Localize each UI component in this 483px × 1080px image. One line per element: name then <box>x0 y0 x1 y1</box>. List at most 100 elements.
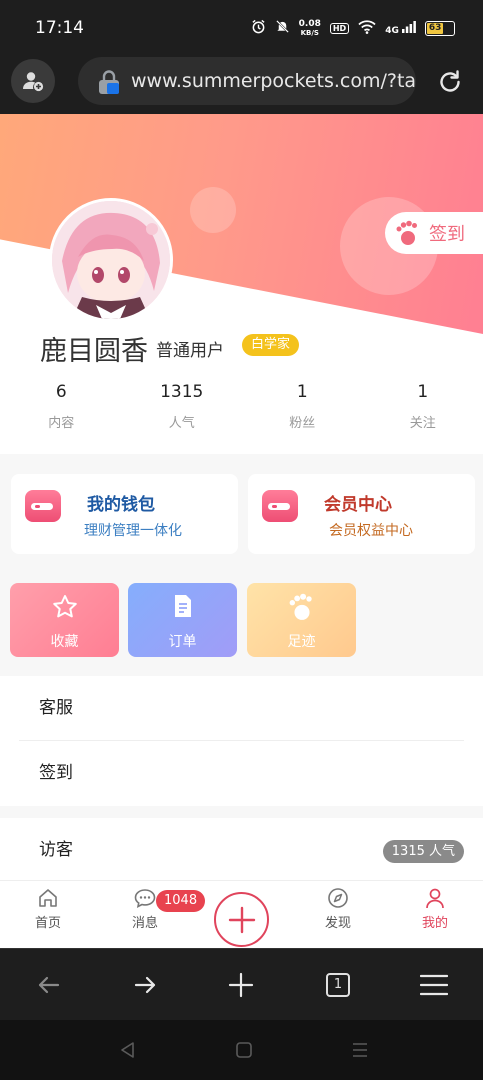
menu-item-service[interactable]: 客服 <box>19 676 464 741</box>
username: 鹿目圆香 <box>40 336 148 367</box>
visitor-count-badge: 1315 人气 <box>382 840 464 863</box>
plus-icon <box>228 972 254 998</box>
stat-popularity[interactable]: 1315 人气 <box>122 382 243 442</box>
footprints-tile[interactable]: 足迹 <box>247 583 356 657</box>
page-content: 签到 鹿目圆香 普通用户 白学家 6 内容 1315 人气 1 粉丝 1 关注 … <box>0 114 483 948</box>
stat-label: 内容 <box>48 416 75 431</box>
document-icon <box>174 595 191 617</box>
stat-value: 6 <box>55 382 67 402</box>
checkin-button[interactable]: 签到 <box>385 212 483 254</box>
browser-toolbar: 1 <box>0 948 483 1020</box>
footprint-icon <box>289 593 312 620</box>
system-home-button[interactable] <box>233 1039 255 1061</box>
message-count-badge: 1048 <box>156 890 206 912</box>
footprint-icon <box>396 220 417 245</box>
status-bar: 17:14 0.08 KB/S HD 4G 63 <box>0 0 483 56</box>
wallet-title: 我的钱包 <box>87 495 155 515</box>
user-group: 普通用户 <box>156 341 224 361</box>
checkin-label: 签到 <box>429 224 465 245</box>
recents-icon <box>353 1043 367 1057</box>
profile-stats: 6 内容 1315 人气 1 粉丝 1 关注 <box>0 382 483 442</box>
vip-subtitle: 会员权益中心 <box>329 523 413 539</box>
status-icons: 0.08 KB/S HD 4G 63 <box>251 19 455 38</box>
square-home-icon <box>236 1042 252 1058</box>
menu-list: 客服 签到 <box>0 676 483 806</box>
wallet-icon <box>25 490 61 522</box>
visitors-label: 访客 <box>39 840 73 860</box>
star-icon <box>52 595 77 618</box>
speed-value: 0.08 <box>298 18 321 29</box>
system-back-button[interactable] <box>117 1039 139 1061</box>
user-icon <box>426 888 444 909</box>
new-tab-button[interactable] <box>223 967 259 1003</box>
browser-back-button[interactable] <box>31 967 67 1003</box>
browser-forward-button[interactable] <box>127 967 163 1003</box>
chat-icon <box>134 889 156 908</box>
reload-icon <box>440 70 460 92</box>
tab-switcher-button[interactable]: 1 <box>320 967 356 1003</box>
triangle-back-icon <box>121 1042 134 1058</box>
profile-header: 签到 鹿目圆香 普通用户 白学家 6 内容 1315 人气 1 粉丝 1 关注 <box>0 114 483 454</box>
tab-me-label: 我的 <box>421 916 448 931</box>
compass-icon <box>328 888 348 908</box>
system-nav-bar <box>0 1020 483 1080</box>
alarm-icon <box>251 19 266 38</box>
tab-discover[interactable]: 发现 <box>308 881 368 931</box>
stat-following[interactable]: 1 关注 <box>363 382 483 442</box>
vip-icon <box>262 490 298 522</box>
tab-discover-label: 发现 <box>324 916 351 931</box>
tab-messages-label: 消息 <box>131 916 158 931</box>
speed-unit: KB/S <box>300 28 319 37</box>
battery-level: 63 <box>427 23 444 34</box>
stat-value: 1 <box>417 382 429 402</box>
tab-count: 1 <box>326 973 350 997</box>
lock-icon <box>99 70 119 94</box>
vip-title: 会员中心 <box>324 495 392 515</box>
url-text: www.summerpockets.com/?task <box>131 70 416 92</box>
stat-value: 1 <box>296 382 308 402</box>
stat-label: 人气 <box>168 416 195 431</box>
arrow-left-icon <box>38 976 60 994</box>
wallet-card[interactable]: 我的钱包 理财管理一体化 <box>11 474 238 554</box>
wifi-icon <box>358 19 376 38</box>
stat-label: 粉丝 <box>289 416 316 431</box>
tab-home[interactable]: 首页 <box>18 881 78 931</box>
menu-item-visitors[interactable]: 访客 1315 人气 <box>19 818 464 883</box>
signal-icon: 4G <box>385 21 416 36</box>
menu-icon <box>420 974 448 996</box>
battery-icon: 63 <box>425 21 455 36</box>
url-field[interactable]: www.summerpockets.com/?task <box>78 57 416 105</box>
status-time: 17:14 <box>35 18 84 38</box>
menu-item-checkin[interactable]: 签到 <box>19 741 464 806</box>
orders-tile[interactable]: 订单 <box>128 583 237 657</box>
vip-card[interactable]: 会员中心 会员权益中心 <box>248 474 475 554</box>
favorites-label: 收藏 <box>50 634 79 650</box>
hd-icon: HD <box>329 23 350 34</box>
browser-menu-button[interactable] <box>416 967 452 1003</box>
stat-label: 关注 <box>409 416 436 431</box>
mute-icon <box>275 19 290 38</box>
browser-profile-button[interactable] <box>11 59 55 103</box>
user-badge: 白学家 <box>242 334 300 356</box>
browser-address-bar: www.summerpockets.com/?task <box>0 56 483 114</box>
reload-button[interactable] <box>432 64 468 100</box>
user-add-icon <box>23 72 44 92</box>
avatar[interactable] <box>49 198 173 322</box>
network-type: 4G <box>385 26 399 36</box>
decor-bubble <box>190 187 236 233</box>
stat-content[interactable]: 6 内容 <box>1 382 122 442</box>
network-speed: 0.08 KB/S <box>298 18 321 38</box>
publish-button[interactable] <box>214 892 269 947</box>
stat-followers[interactable]: 1 粉丝 <box>242 382 363 442</box>
plus-icon <box>228 906 255 933</box>
wallet-subtitle: 理财管理一体化 <box>84 523 182 539</box>
tab-me[interactable]: 我的 <box>405 881 465 931</box>
favorites-tile[interactable]: 收藏 <box>10 583 119 657</box>
stat-value: 1315 <box>160 382 204 402</box>
orders-label: 订单 <box>168 634 197 650</box>
avatar-image <box>52 201 170 319</box>
home-icon <box>39 889 57 907</box>
footprints-label: 足迹 <box>287 634 316 650</box>
arrow-right-icon <box>134 976 156 994</box>
system-recents-button[interactable] <box>349 1039 371 1061</box>
